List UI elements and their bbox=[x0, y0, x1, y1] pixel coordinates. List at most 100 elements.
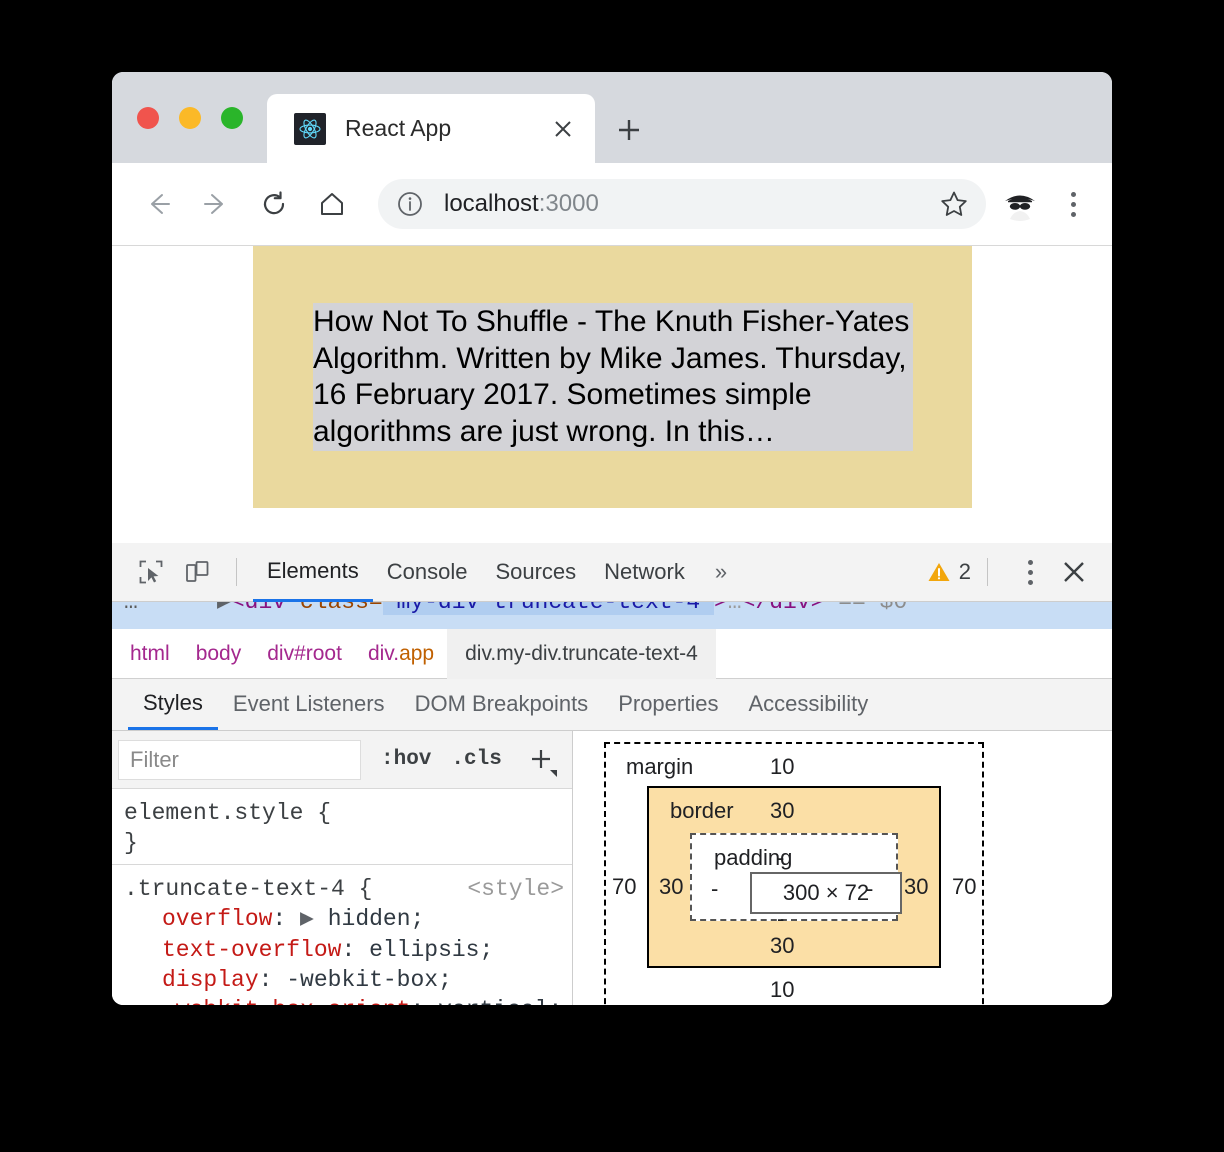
tab-title: React App bbox=[345, 115, 452, 141]
cls-toggle-button[interactable]: .cls bbox=[451, 748, 501, 771]
element-style-selector: element.style { bbox=[124, 800, 332, 826]
declaration-value: -webkit-box; bbox=[286, 966, 452, 993]
box-model-border-label: border bbox=[670, 798, 734, 823]
breadcrumb-item-div-root[interactable]: div#root bbox=[254, 629, 355, 679]
margin-right-value[interactable]: 70 bbox=[952, 874, 976, 900]
close-window-button[interactable] bbox=[137, 107, 159, 129]
toolbar-divider bbox=[987, 558, 988, 586]
tab-elements[interactable]: Elements bbox=[253, 543, 373, 602]
subtab-styles[interactable]: Styles bbox=[128, 678, 218, 730]
tab-strip: React App bbox=[112, 72, 1112, 163]
more-tabs-button[interactable]: » bbox=[699, 543, 743, 602]
border-bottom-value[interactable]: 30 bbox=[770, 933, 794, 959]
browser-menu-icon[interactable] bbox=[1050, 180, 1096, 228]
url-host: localhost bbox=[444, 190, 539, 217]
devtools-menu-icon[interactable] bbox=[1010, 552, 1050, 592]
subtab-dom-breakpoints[interactable]: DOM Breakpoints bbox=[400, 678, 604, 730]
rule-selector-line: <style> .truncate-text-4 { bbox=[124, 874, 572, 904]
warning-triangle-icon bbox=[928, 563, 950, 581]
subtab-event-listeners[interactable]: Event Listeners bbox=[218, 678, 400, 730]
new-tab-button[interactable] bbox=[609, 110, 649, 150]
tab-sources[interactable]: Sources bbox=[481, 543, 590, 602]
dom-attr-name: class= bbox=[299, 602, 383, 615]
incognito-avatar-icon[interactable] bbox=[996, 180, 1044, 228]
breadcrumb-item-body[interactable]: body bbox=[183, 629, 255, 679]
truncated-text-element: How Not To Shuffle - The Knuth Fisher-Ya… bbox=[313, 303, 913, 452]
border-left-value[interactable]: 30 bbox=[659, 874, 683, 900]
declaration-value: hidden; bbox=[327, 906, 425, 933]
breadcrumb: html body div#root div. app div.my-div.tr… bbox=[112, 628, 1112, 679]
styles-pane: Filter :hov .cls element.style { } <styl… bbox=[112, 731, 573, 1005]
browser-tab[interactable]: React App bbox=[267, 94, 595, 163]
reload-icon[interactable] bbox=[250, 180, 298, 228]
inspect-element-icon[interactable] bbox=[128, 549, 174, 595]
breadcrumb-item-div-app[interactable]: div. app bbox=[355, 629, 447, 679]
dom-children-ellipsis[interactable]: … bbox=[728, 602, 742, 615]
dom-gt: > bbox=[713, 602, 728, 615]
dom-selected-ref: == $0 bbox=[838, 602, 908, 615]
url-text: localhost:3000 bbox=[444, 190, 930, 218]
declaration-display[interactable]: display: -webkit-box; bbox=[124, 965, 572, 995]
window-controls bbox=[137, 107, 243, 129]
box-model-content-box[interactable]: 300 × 72 bbox=[750, 872, 902, 914]
device-toolbar-icon[interactable] bbox=[174, 549, 220, 595]
element-style-rule[interactable]: element.style { } bbox=[112, 789, 572, 864]
subtab-properties[interactable]: Properties bbox=[603, 678, 733, 730]
padding-bottom-value[interactable]: - bbox=[777, 906, 784, 932]
declaration-property: -webkit-box-orient bbox=[162, 997, 410, 1005]
breadcrumb-item-selected[interactable]: div.my-div.truncate-text-4 bbox=[447, 628, 716, 679]
minimize-window-button[interactable] bbox=[179, 107, 201, 129]
margin-top-value[interactable]: 10 bbox=[770, 754, 794, 780]
react-logo-icon bbox=[294, 112, 326, 145]
close-devtools-icon[interactable] bbox=[1050, 548, 1098, 596]
new-style-rule-button[interactable] bbox=[524, 743, 558, 777]
padding-top-value[interactable]: - bbox=[777, 845, 784, 871]
styles-and-boxmodel: Filter :hov .cls element.style { } <styl… bbox=[112, 731, 1112, 1005]
padding-right-value[interactable]: - bbox=[866, 876, 873, 902]
padding-left-value[interactable]: - bbox=[711, 876, 718, 902]
border-top-value[interactable]: 30 bbox=[770, 798, 794, 824]
expand-shorthand-arrow-icon[interactable]: ▶ bbox=[300, 906, 314, 932]
subtab-accessibility[interactable]: Accessibility bbox=[733, 678, 883, 730]
my-div-element: How Not To Shuffle - The Knuth Fisher-Ya… bbox=[253, 246, 972, 508]
dom-ellipsis[interactable]: … bbox=[124, 602, 138, 616]
margin-left-value[interactable]: 70 bbox=[612, 874, 636, 900]
home-icon[interactable] bbox=[308, 180, 356, 228]
browser-window: React App localhost:3000 How Not To Shuf… bbox=[112, 72, 1112, 1005]
rule-origin[interactable]: <style> bbox=[467, 874, 564, 904]
breadcrumb-class: app bbox=[399, 641, 435, 665]
warning-count: 2 bbox=[958, 559, 971, 584]
devtools-toolbar: Elements Console Sources Network » 2 bbox=[112, 543, 1112, 602]
back-arrow-icon[interactable] bbox=[134, 180, 182, 228]
declaration-property: overflow bbox=[162, 906, 273, 933]
declaration-text-overflow[interactable]: text-overflow: ellipsis; bbox=[124, 935, 572, 965]
declaration-value: vertical; bbox=[438, 997, 562, 1005]
box-model-diagram: 300 × 72 margin border padding 10 10 70 … bbox=[604, 742, 984, 1005]
truncate-text-rule[interactable]: <style> .truncate-text-4 { overflow: ▶ h… bbox=[112, 864, 572, 1005]
styles-filter-input[interactable]: Filter bbox=[118, 739, 361, 780]
margin-bottom-value[interactable]: 10 bbox=[770, 977, 794, 1003]
declaration-value: ellipsis; bbox=[369, 936, 494, 963]
breadcrumb-item-html[interactable]: html bbox=[112, 629, 183, 679]
declaration-property: display bbox=[162, 966, 259, 993]
dom-tree-row[interactable]: … ▶<div class="my-div truncate-text-4">…… bbox=[112, 602, 1112, 629]
dom-node-markup: ▶<div class="my-div truncate-text-4">…</… bbox=[217, 602, 907, 616]
dom-attr-value: "my-div truncate-text-4" bbox=[382, 602, 714, 615]
tab-console[interactable]: Console bbox=[373, 543, 482, 602]
declaration-overflow[interactable]: overflow: ▶ hidden; bbox=[124, 904, 572, 934]
expand-arrow-icon[interactable]: ▶ bbox=[217, 602, 231, 615]
maximize-window-button[interactable] bbox=[221, 107, 243, 129]
address-bar[interactable]: localhost:3000 bbox=[378, 179, 986, 229]
hov-toggle-button[interactable]: :hov bbox=[381, 748, 431, 771]
warning-indicator[interactable]: 2 bbox=[927, 559, 971, 585]
declaration-property: text-overflow bbox=[162, 936, 342, 963]
star-icon[interactable] bbox=[930, 180, 978, 228]
dom-tag-close: </div> bbox=[741, 602, 825, 615]
forward-arrow-icon[interactable] bbox=[192, 180, 240, 228]
border-right-value[interactable]: 30 bbox=[904, 874, 928, 900]
close-tab-button[interactable] bbox=[541, 107, 585, 151]
info-circle-icon[interactable] bbox=[396, 190, 424, 218]
declaration-box-orient[interactable]: -webkit-box-orient: vertical; bbox=[124, 995, 572, 1005]
url-port: :3000 bbox=[538, 190, 599, 217]
tab-network[interactable]: Network bbox=[590, 543, 699, 602]
